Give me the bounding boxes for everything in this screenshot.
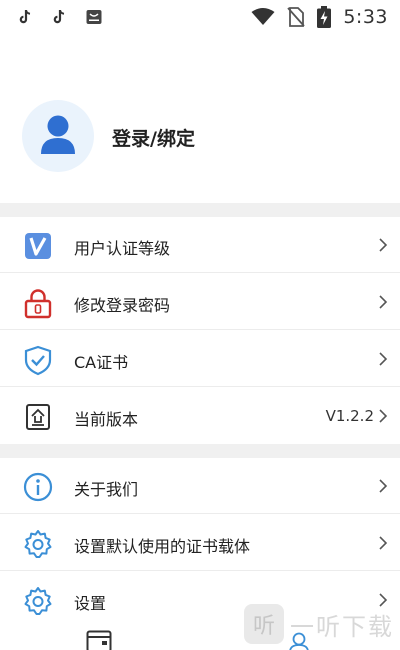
- section-divider: [0, 203, 400, 217]
- chevron-right-icon: [379, 238, 388, 252]
- gear-icon: [24, 587, 52, 615]
- login-bind-label[interactable]: 登录/绑定: [112, 124, 195, 151]
- profile-header[interactable]: 登录/绑定: [0, 96, 400, 176]
- menu-label: 设置默认使用的证书载体: [74, 537, 251, 556]
- tiktok-icon: [53, 10, 65, 24]
- battery-charging-icon: [317, 6, 332, 28]
- wallet-icon[interactable]: [86, 630, 112, 650]
- chevron-right-icon: [379, 409, 388, 423]
- gear-icon: [24, 530, 52, 558]
- upgrade-icon: [26, 404, 50, 430]
- menu-item-verification-level[interactable]: 用户认证等级: [0, 217, 400, 273]
- watermark-icon: 听: [244, 604, 284, 644]
- chevron-right-icon: [379, 295, 388, 309]
- menu-item-ca-certificate[interactable]: CA证书: [0, 331, 400, 387]
- menu-label: 用户认证等级: [74, 239, 171, 258]
- status-bar: 5:33: [0, 0, 400, 36]
- version-value: V1.2.2: [325, 407, 374, 425]
- chevron-right-icon: [379, 536, 388, 550]
- menu-item-default-cert-carrier[interactable]: 设置默认使用的证书载体: [0, 515, 400, 571]
- status-time: 5:33: [343, 6, 388, 28]
- tiktok-icon: [19, 10, 31, 24]
- chevron-right-icon: [379, 352, 388, 366]
- menu-item-current-version[interactable]: 当前版本 V1.2.2: [0, 388, 400, 444]
- shield-check-icon: [24, 345, 52, 376]
- menu-label: 关于我们: [74, 480, 139, 499]
- menu-label: 设置: [74, 594, 107, 613]
- watermark-text: 一听下载: [290, 612, 394, 641]
- section-divider: [0, 444, 400, 458]
- menu-item-about-us[interactable]: 关于我们: [0, 458, 400, 514]
- verification-level-icon: [25, 233, 51, 259]
- no-sim-icon: [287, 7, 306, 27]
- avatar[interactable]: [22, 100, 94, 172]
- status-bar-left: [18, 9, 102, 25]
- status-bar-right: 5:33: [251, 6, 388, 28]
- menu-label: 修改登录密码: [74, 296, 171, 315]
- app-notification-icon: [86, 10, 102, 24]
- menu-label: CA证书: [74, 353, 129, 372]
- menu-item-change-password[interactable]: 修改登录密码: [0, 274, 400, 330]
- lock-icon: [24, 289, 52, 319]
- info-icon: [23, 472, 53, 502]
- user-icon: [41, 115, 75, 154]
- wifi-icon: [251, 8, 275, 25]
- watermark-logo: 听 一听下载: [244, 604, 394, 644]
- chevron-right-icon: [379, 479, 388, 493]
- menu-label: 当前版本: [74, 410, 139, 429]
